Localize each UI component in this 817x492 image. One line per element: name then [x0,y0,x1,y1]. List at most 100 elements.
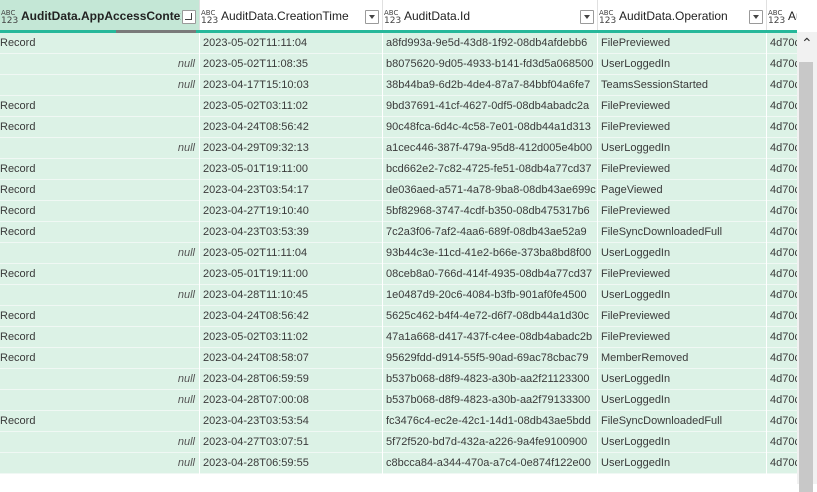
app-access-context-cell[interactable]: Record [0,411,200,432]
id-cell[interactable]: a1cec446-387f-479a-95d8-412d005e4b00 [383,138,598,159]
creation-time-cell[interactable]: 2023-04-24T08:56:42 [200,306,383,327]
operation-cell[interactable]: UserLoggedIn [598,54,767,75]
table-row[interactable]: null 2023-04-28T06:59:59 b537b068-d8f9-482… [0,369,797,390]
filter-dropdown-icon[interactable] [749,10,763,24]
id-cell[interactable]: 5bf82968-3747-4cdf-b350-08db475317b6 [383,201,598,222]
id-cell[interactable]: fc3476c4-ec2e-42c1-14d1-08db43ae5bdd [383,411,598,432]
table-row[interactable]: Record 2023-04-23T03:54:17 de036aed-a571-4… [0,180,797,201]
table-row[interactable]: null 2023-04-28T11:10:45 1e0487d9-20c6-408… [0,285,797,306]
creation-time-cell[interactable]: 2023-05-02T11:11:04 [200,243,383,264]
id-cell[interactable]: a8fd993a-9e5d-43d8-1f92-08db4afdebb6 [383,33,598,54]
truncated-cell[interactable]: 4d70c [767,180,797,201]
app-access-context-cell[interactable]: Record [0,33,200,54]
table-row[interactable]: Record 2023-04-24T08:56:42 90c48fca-6d4c-4… [0,117,797,138]
id-cell[interactable]: 93b44c3e-11cd-41e2-b66e-373ba8bd8f00 [383,243,598,264]
operation-cell[interactable]: UserLoggedIn [598,243,767,264]
app-access-context-cell[interactable]: Record [0,201,200,222]
truncated-cell[interactable]: 4d70c [767,201,797,222]
creation-time-cell[interactable]: 2023-04-28T11:10:45 [200,285,383,306]
id-cell[interactable]: bcd662e2-7c82-4725-fe51-08db4a77cd37 [383,159,598,180]
operation-cell[interactable]: FilePreviewed [598,96,767,117]
table-row[interactable]: null 2023-04-17T15:10:03 38b44ba9-6d2b-4de… [0,75,797,96]
table-row[interactable]: null 2023-04-27T03:07:51 5f72f520-bd7d-432… [0,432,797,453]
table-row[interactable]: Record 2023-04-24T08:58:07 95629fdd-d914-5… [0,348,797,369]
any-type-icon[interactable]: ABC 123 [768,9,786,26]
creation-time-cell[interactable]: 2023-05-01T19:11:00 [200,264,383,285]
creation-time-cell[interactable]: 2023-04-27T03:07:51 [200,432,383,453]
creation-time-cell[interactable]: 2023-04-29T09:32:13 [200,138,383,159]
app-access-context-cell[interactable]: null [0,243,200,264]
creation-time-cell[interactable]: 2023-04-24T08:56:42 [200,117,383,138]
creation-time-cell[interactable]: 2023-05-01T19:11:00 [200,159,383,180]
any-type-icon[interactable]: ABC 123 [1,9,19,26]
creation-time-cell[interactable]: 2023-04-23T03:53:54 [200,411,383,432]
truncated-cell[interactable]: 4d70c [767,96,797,117]
table-row[interactable]: null 2023-04-28T07:00:08 b537b068-d8f9-482… [0,390,797,411]
app-access-context-cell[interactable]: Record [0,222,200,243]
operation-cell[interactable]: FileSyncDownloadedFull [598,222,767,243]
app-access-context-cell[interactable]: null [0,453,200,474]
creation-time-cell[interactable]: 2023-04-28T07:00:08 [200,390,383,411]
id-cell[interactable]: 90c48fca-6d4c-4c58-7e01-08db44a1d313 [383,117,598,138]
id-cell[interactable]: 47a1a668-d417-437f-c4ee-08db4abadc2b [383,327,598,348]
table-row[interactable]: null 2023-05-02T11:11:04 93b44c3e-11cd-41e… [0,243,797,264]
app-access-context-cell[interactable]: Record [0,306,200,327]
vertical-scrollbar[interactable]: ⌃ [797,32,817,492]
operation-cell[interactable]: UserLoggedIn [598,432,767,453]
id-cell[interactable]: 7c2a3f06-7af2-4aa6-689f-08db43ae52a9 [383,222,598,243]
any-type-icon[interactable]: ABC 123 [201,9,219,26]
app-access-context-cell[interactable]: Record [0,117,200,138]
table-row[interactable]: null 2023-04-28T06:59:55 c8bcca84-a344-470… [0,453,797,474]
app-access-context-cell[interactable]: Record [0,348,200,369]
scrollbar-thumb[interactable] [799,62,813,492]
table-row[interactable]: null 2023-04-29T09:32:13 a1cec446-387f-479… [0,138,797,159]
id-cell[interactable]: b537b068-d8f9-4823-a30b-aa2f21123300 [383,369,598,390]
id-cell[interactable]: b537b068-d8f9-4823-a30b-aa2f79133300 [383,390,598,411]
truncated-cell[interactable]: 4d70c [767,54,797,75]
operation-cell[interactable]: MemberRemoved [598,348,767,369]
truncated-cell[interactable]: 4d70c [767,159,797,180]
truncated-cell[interactable]: 4d70c [767,348,797,369]
column-header-1[interactable]: ABC 123 AuditData.CreationTime [200,0,383,32]
operation-cell[interactable]: FilePreviewed [598,306,767,327]
column-sort-icon[interactable] [182,10,196,24]
filter-dropdown-icon[interactable] [365,10,379,24]
app-access-context-cell[interactable]: Record [0,159,200,180]
column-header-3[interactable]: ABC 123 AuditData.Operation [598,0,767,32]
operation-cell[interactable]: UserLoggedIn [598,285,767,306]
app-access-context-cell[interactable]: null [0,285,200,306]
truncated-cell[interactable]: 4d70c [767,264,797,285]
truncated-cell[interactable]: 4d70c [767,117,797,138]
truncated-cell[interactable]: 4d70c [767,453,797,474]
truncated-cell[interactable]: 4d70c [767,222,797,243]
truncated-cell[interactable]: 4d70c [767,33,797,54]
table-row[interactable]: Record 2023-04-23T03:53:39 7c2a3f06-7af2-4… [0,222,797,243]
table-row[interactable]: Record 2023-04-24T08:56:42 5625c462-b4f4-4… [0,306,797,327]
id-cell[interactable]: 1e0487d9-20c6-4084-b3fb-901af0fe4500 [383,285,598,306]
app-access-context-cell[interactable]: Record [0,180,200,201]
truncated-cell[interactable]: 4d70c [767,432,797,453]
operation-cell[interactable]: UserLoggedIn [598,369,767,390]
app-access-context-cell[interactable]: null [0,75,200,96]
column-header-0[interactable]: ABC 123 AuditData.AppAccessContext [0,0,200,32]
creation-time-cell[interactable]: 2023-05-02T11:11:04 [200,33,383,54]
creation-time-cell[interactable]: 2023-04-17T15:10:03 [200,75,383,96]
app-access-context-cell[interactable]: Record [0,264,200,285]
app-access-context-cell[interactable]: null [0,138,200,159]
creation-time-cell[interactable]: 2023-04-27T19:10:40 [200,201,383,222]
id-cell[interactable]: 38b44ba9-6d2b-4de4-87a7-84bbf04a6fe7 [383,75,598,96]
operation-cell[interactable]: FilePreviewed [598,117,767,138]
table-row[interactable]: Record 2023-05-01T19:11:00 08ceb8a0-766d-4… [0,264,797,285]
table-row[interactable]: Record 2023-05-01T19:11:00 bcd662e2-7c82-4… [0,159,797,180]
id-cell[interactable]: c8bcca84-a344-470a-a7c4-0e874f122e00 [383,453,598,474]
truncated-cell[interactable]: 4d70c [767,411,797,432]
app-access-context-cell[interactable]: null [0,369,200,390]
table-row[interactable]: Record 2023-05-02T11:11:04 a8fd993a-9e5d-4… [0,33,797,54]
operation-cell[interactable]: UserLoggedIn [598,453,767,474]
id-cell[interactable]: 08ceb8a0-766d-414f-4935-08db4a77cd37 [383,264,598,285]
truncated-cell[interactable]: 4d70c [767,390,797,411]
operation-cell[interactable]: UserLoggedIn [598,390,767,411]
table-row[interactable]: null 2023-05-02T11:08:35 b8075620-9d05-493… [0,54,797,75]
id-cell[interactable]: 9bd37691-41cf-4627-0df5-08db4abadc2a [383,96,598,117]
creation-time-cell[interactable]: 2023-05-02T11:08:35 [200,54,383,75]
